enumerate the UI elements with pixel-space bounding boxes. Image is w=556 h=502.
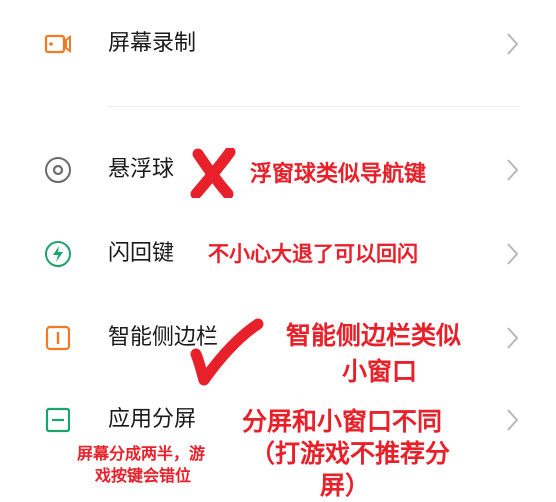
flashback-key-icon <box>45 241 71 267</box>
annotation-floating-ball: 浮窗球类似导航键 <box>250 162 427 187</box>
section-divider <box>108 106 520 107</box>
annotation-split-line2: （打游戏不推荐分 <box>250 439 451 468</box>
annotation-split-left-line1: 屏幕分成两半，游 <box>77 444 206 463</box>
red-check-mark <box>190 318 264 386</box>
floating-ball-label: 悬浮球 <box>108 157 175 182</box>
floating-ball-icon <box>45 157 71 183</box>
chevron-right-icon <box>507 409 519 431</box>
split-screen-label: 应用分屏 <box>108 407 197 432</box>
annotation-split-line1: 分屏和小窗口不同 <box>242 407 443 436</box>
annotation-flashback: 不小心大退了可以回闪 <box>208 242 418 266</box>
chevron-right-icon <box>507 327 519 349</box>
annotation-sidebar-line2: 小窗口 <box>342 357 418 386</box>
red-cross-mark <box>190 148 236 198</box>
flashback-key-label: 闪回键 <box>108 241 175 266</box>
chevron-right-icon <box>507 243 519 265</box>
annotation-sidebar-line1: 智能侧边栏类似 <box>286 321 462 350</box>
annotation-split-line3: 屏） <box>320 471 371 500</box>
chevron-right-icon <box>507 33 519 55</box>
split-screen-icon <box>45 407 71 433</box>
smart-sidebar-icon <box>45 325 71 351</box>
settings-row-smart-sidebar[interactable]: 智能侧边栏 <box>0 324 556 352</box>
settings-row-screen-record[interactable]: 屏幕录制 <box>0 30 556 58</box>
screen-record-label: 屏幕录制 <box>108 31 197 56</box>
screen-record-icon <box>44 34 71 54</box>
chevron-right-icon <box>507 159 519 181</box>
annotation-split-left-line2: 戏按键会错位 <box>95 466 192 485</box>
